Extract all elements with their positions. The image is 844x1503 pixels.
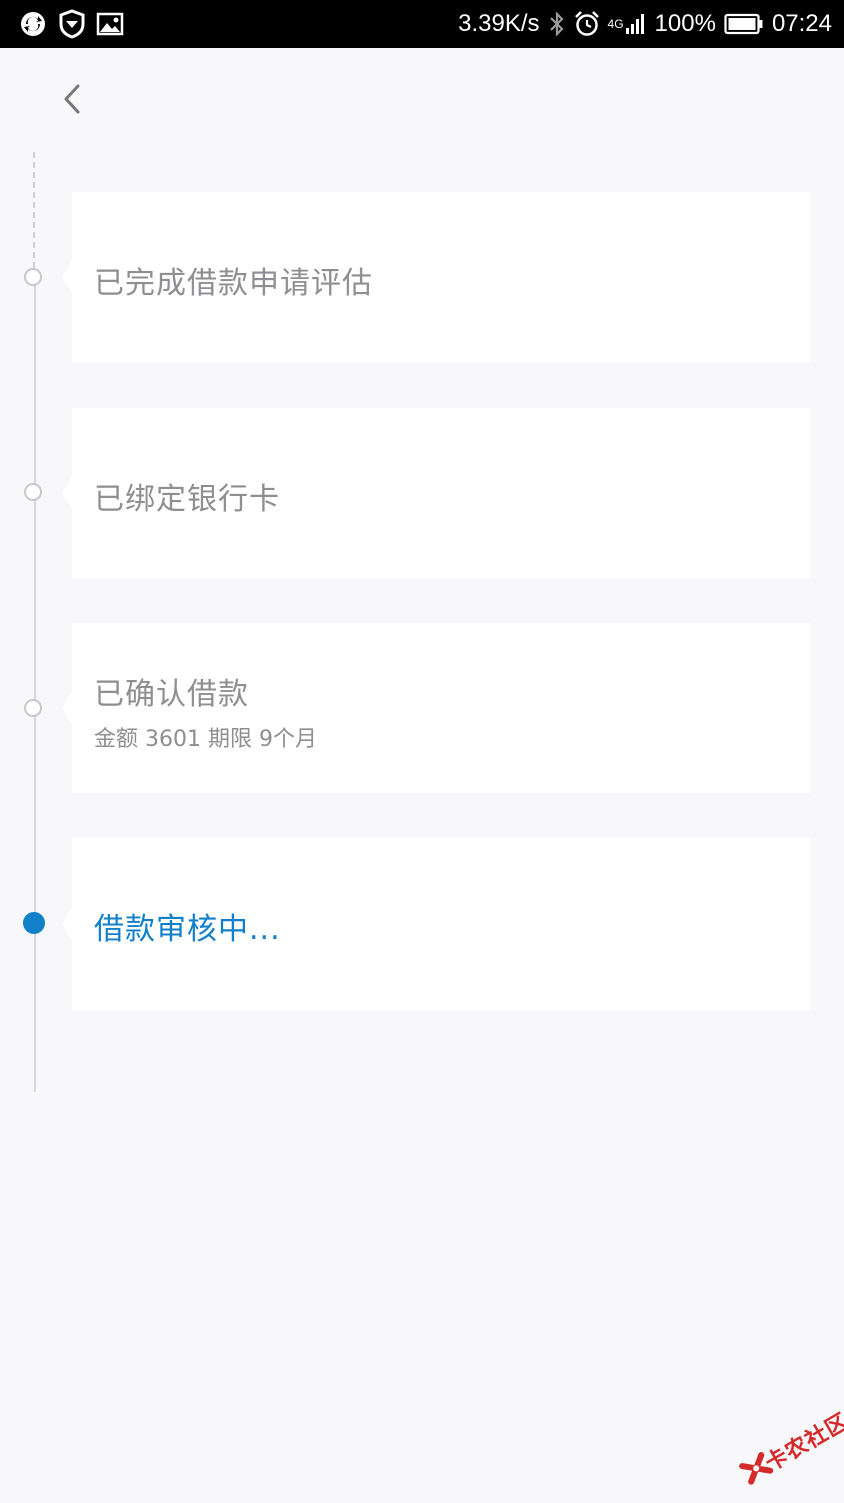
alarm-icon [574, 10, 600, 38]
bluetooth-icon [548, 10, 566, 38]
chevron-left-icon [64, 84, 80, 114]
shield-icon [58, 9, 86, 39]
signal-icon: 4G [608, 12, 647, 36]
timeline-dot-step-1 [24, 268, 42, 286]
status-bar-notifications [18, 8, 124, 40]
step-card-application-evaluated: 已完成借款申请评估 [62, 192, 810, 362]
watermark-logo: 卡农社区 [727, 1397, 844, 1502]
battery-percent: 100% [654, 10, 716, 37]
network-type: 4G [607, 17, 624, 31]
back-button[interactable] [54, 78, 90, 120]
image-icon [96, 11, 124, 37]
step-card-under-review: 借款审核中... [62, 838, 810, 1010]
step-title: 已确认借款 [94, 677, 249, 712]
step-card-bank-card-bound: 已绑定银行卡 [62, 408, 810, 578]
status-bar-system: 3.39K/s 4G 100% 07:24 [458, 6, 832, 42]
step-title: 已完成借款申请评估 [94, 266, 373, 301]
status-bar: 3.39K/s 4G 100% 07:24 [0, 0, 844, 48]
timeline-line [34, 278, 36, 1092]
network-speed: 3.39K/s [458, 10, 540, 37]
step-card-loan-confirmed: 已确认借款 金额 3601 期限 9个月 [62, 623, 810, 793]
clock: 07:24 [771, 10, 832, 37]
sync-icon [18, 9, 48, 39]
timeline-dot-step-2 [24, 483, 42, 501]
timeline-dot-step-3 [24, 699, 42, 717]
timeline-dot-step-4-active [23, 912, 45, 934]
timeline-dashed-start [33, 152, 35, 268]
step-title-active: 借款审核中... [94, 912, 281, 947]
step-title: 已绑定银行卡 [94, 482, 280, 517]
watermark-text: 卡农社区 [761, 1409, 844, 1477]
step-detail-amount-term: 金额 3601 期限 9个月 [94, 727, 317, 752]
battery-icon [724, 13, 764, 35]
